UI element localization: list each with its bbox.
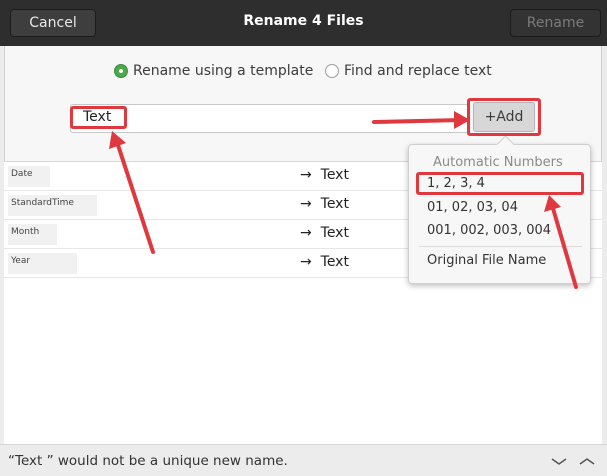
annotation-arrows (109, 111, 578, 289)
